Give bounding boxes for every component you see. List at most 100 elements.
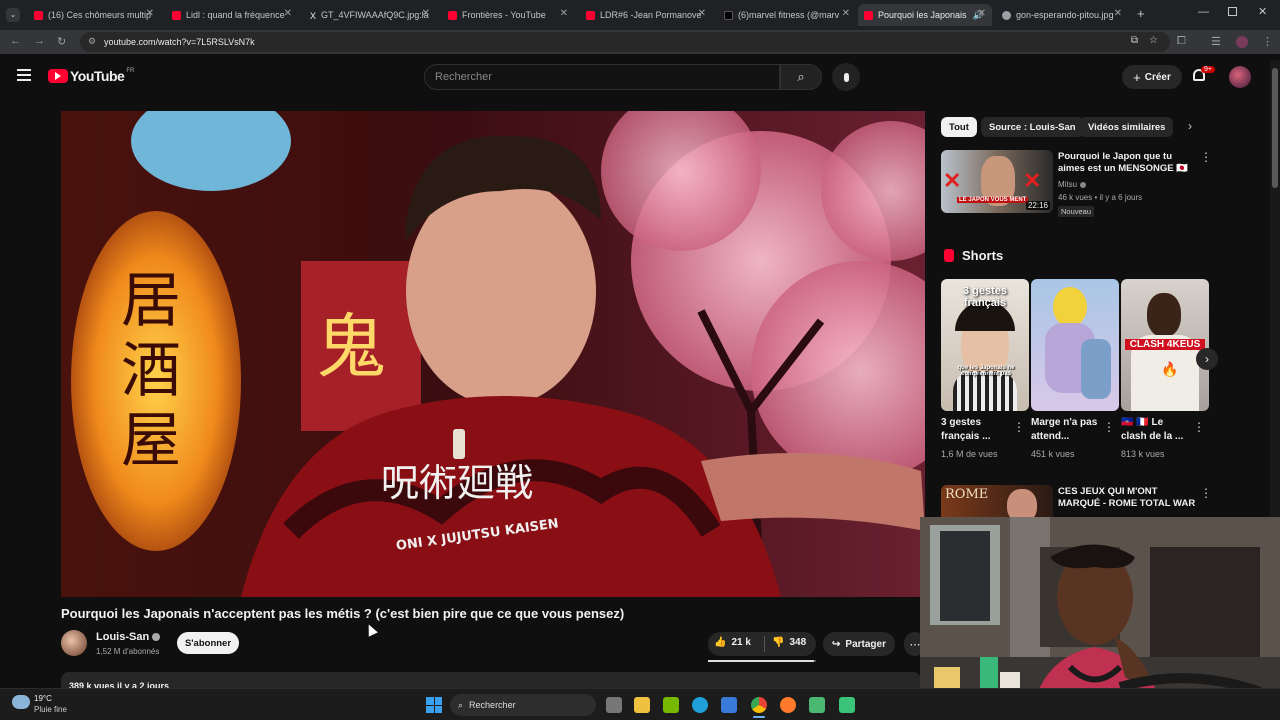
channel-avatar[interactable] [61, 630, 87, 656]
youtube-header: YouTube FR Rechercher ⌕ + Créer 9+ [0, 54, 1270, 100]
browser-tab[interactable]: LDR#6 -Jean Pormanove ✕ [580, 4, 712, 26]
tab-search-icon[interactable]: ⌄ [6, 8, 20, 22]
tiktok-favicon-icon [724, 10, 733, 20]
address-bar[interactable]: ⚙ youtube.com/watch?v=7L5RSLVsN7k ⧉ ☆ [80, 32, 1170, 52]
chip-similar[interactable]: Vidéos similaires [1080, 117, 1174, 137]
youtube-favicon-icon [172, 10, 181, 20]
browser-tab[interactable]: (16) Ces chômeurs multip ✕ [28, 4, 160, 26]
related-video-thumbnail[interactable]: ROME [941, 485, 1053, 520]
android-app-icon[interactable] [839, 697, 855, 713]
related-video-meta: 46 k vues • il y a 6 jours [1058, 193, 1143, 202]
reload-icon[interactable]: ↻ [57, 35, 66, 48]
more-options-icon[interactable]: ⋮ [1103, 420, 1115, 434]
search-input[interactable]: Rechercher [424, 64, 780, 90]
short-title[interactable]: Marge n'a pas attend... [1031, 416, 1101, 444]
search-icon: ⌕ [797, 69, 805, 84]
back-icon[interactable]: ← [10, 35, 21, 47]
notification-count-badge: 9+ [1201, 66, 1215, 73]
microphone-icon [843, 72, 849, 82]
more-options-icon[interactable]: ⋮ [1200, 486, 1212, 500]
browser-tab[interactable]: Lidl : quand la fréquence ✕ [166, 4, 298, 26]
svg-text:居: 居 [121, 266, 181, 336]
like-button[interactable]: 👍 21 k [714, 637, 751, 648]
bookmark-star-icon[interactable]: ☆ [1149, 35, 1158, 46]
chip-source[interactable]: Source : Louis-San [981, 117, 1084, 137]
file-explorer-icon[interactable] [634, 697, 650, 713]
weather-icon[interactable] [12, 695, 30, 709]
profile-avatar[interactable] [1236, 36, 1248, 48]
hamburger-menu-icon[interactable] [17, 69, 31, 81]
windows-start-icon[interactable] [426, 697, 442, 713]
short-thumbnail[interactable]: CLASH 4KEUS 🔥 [1121, 279, 1209, 411]
youtube-logo[interactable]: YouTube FR [48, 68, 134, 84]
close-tab-icon[interactable]: ✕ [422, 8, 430, 19]
subscribe-button[interactable]: S'abonner [177, 632, 239, 654]
chip-all[interactable]: Tout [941, 117, 977, 137]
svg-text:酒: 酒 [121, 336, 181, 406]
browser-tab[interactable]: X GT_4VFIWAAAfQ9C.jpg:la ✕ [304, 4, 436, 26]
new-tab-icon[interactable]: + [1137, 6, 1145, 21]
chrome-icon[interactable] [751, 697, 767, 713]
site-info-icon[interactable]: ⚙ [88, 36, 96, 47]
account-avatar[interactable] [1229, 66, 1251, 88]
voice-search-button[interactable] [832, 63, 860, 91]
forward-icon[interactable]: → [34, 35, 45, 47]
related-channel-name[interactable]: Mitsu [1058, 180, 1077, 189]
app-icon[interactable] [809, 697, 825, 713]
short-thumbnail[interactable]: 3 gestes français que les Japonais ne co… [941, 279, 1029, 411]
chrome-menu-icon[interactable]: ⋮ [1262, 35, 1273, 48]
youtube-play-icon [48, 69, 68, 83]
shorts-heading: Shorts [962, 248, 1004, 263]
video-player[interactable]: 居 酒 屋 鬼 呪術廻戦 ONI X JUJUTSU KAISEN [61, 111, 925, 597]
youtube-favicon-icon [586, 10, 595, 20]
close-tab-icon[interactable]: ✕ [1114, 8, 1122, 19]
create-button[interactable]: + Créer [1122, 65, 1182, 89]
shorts-logo-icon [944, 249, 954, 262]
nvidia-icon[interactable] [663, 697, 679, 713]
search-icon: ⌕ [458, 699, 464, 710]
subscriber-count: 1,52 M d'abonnés [96, 647, 160, 656]
channel-name[interactable]: Louis-San [96, 631, 149, 643]
short-title[interactable]: 3 gestes français ... [941, 416, 1011, 444]
close-window-icon[interactable]: ✕ [1258, 5, 1267, 18]
short-thumbnail[interactable] [1031, 279, 1119, 411]
more-options-icon[interactable]: ⋮ [1193, 420, 1205, 434]
taskbar-search-box[interactable]: ⌕ Rechercher [450, 694, 596, 716]
close-tab-icon[interactable]: ✕ [842, 8, 850, 19]
short-views: 1,6 M de vues [941, 449, 998, 459]
task-view-icon[interactable] [606, 697, 622, 713]
browser-tab[interactable]: gon-esperando-pitou.jpg ✕ [996, 4, 1128, 26]
shorts-next-button[interactable]: › [1196, 348, 1218, 370]
close-tab-icon[interactable]: ✕ [146, 8, 154, 19]
related-video-thumbnail[interactable]: ✕ ✕ LE JAPON VOUS MENT 22:16 [941, 150, 1053, 213]
browser-tab-active[interactable]: Pourquoi les Japonais 🔊 ✕ [858, 4, 992, 26]
search-button[interactable]: ⌕ [780, 64, 822, 90]
reading-list-icon[interactable]: ☰ [1211, 35, 1221, 48]
chevron-right-icon[interactable]: › [1188, 119, 1192, 133]
install-app-icon[interactable]: ⧉ [1131, 35, 1138, 46]
related-video-title[interactable]: Pourquoi le Japon que tu aimes est un ME… [1058, 151, 1196, 175]
svg-text:呪術廻戦: 呪術廻戦 [381, 461, 533, 505]
restore-icon[interactable] [1228, 7, 1237, 16]
video-title: Pourquoi les Japonais n'acceptent pas le… [61, 606, 625, 621]
share-button[interactable]: ↪ Partager [823, 632, 895, 656]
extensions-icon[interactable]: ⧠ [1177, 35, 1186, 48]
close-tab-icon[interactable]: ✕ [284, 8, 292, 19]
edge-icon[interactable] [692, 697, 708, 713]
close-tab-icon[interactable]: ✕ [560, 8, 568, 19]
microsoft-store-icon[interactable] [721, 697, 737, 713]
more-options-icon[interactable]: ⋮ [1013, 420, 1025, 434]
close-tab-icon[interactable]: ✕ [698, 8, 706, 19]
close-tab-icon[interactable]: ✕ [978, 8, 986, 19]
browser-tab[interactable]: Frontières - YouTube ✕ [442, 4, 574, 26]
minimize-icon[interactable]: — [1198, 6, 1209, 18]
firefox-icon[interactable] [780, 697, 796, 713]
more-options-icon[interactable]: ⋮ [1200, 150, 1212, 164]
browser-tab[interactable]: (6)marvel fitness (@marv ✕ [718, 4, 856, 26]
weather-description: Pluie fine [34, 705, 67, 714]
verified-icon [1080, 181, 1087, 188]
related-video-title[interactable]: CES JEUX QUI M'ONT MARQUÉ - ROME TOTAL W… [1058, 486, 1196, 510]
short-title[interactable]: 🇭🇹 🇫🇷 Le clash de la ... [1121, 416, 1191, 444]
plus-icon: + [1133, 69, 1141, 85]
dislike-button[interactable]: 👎 348 [772, 637, 806, 648]
